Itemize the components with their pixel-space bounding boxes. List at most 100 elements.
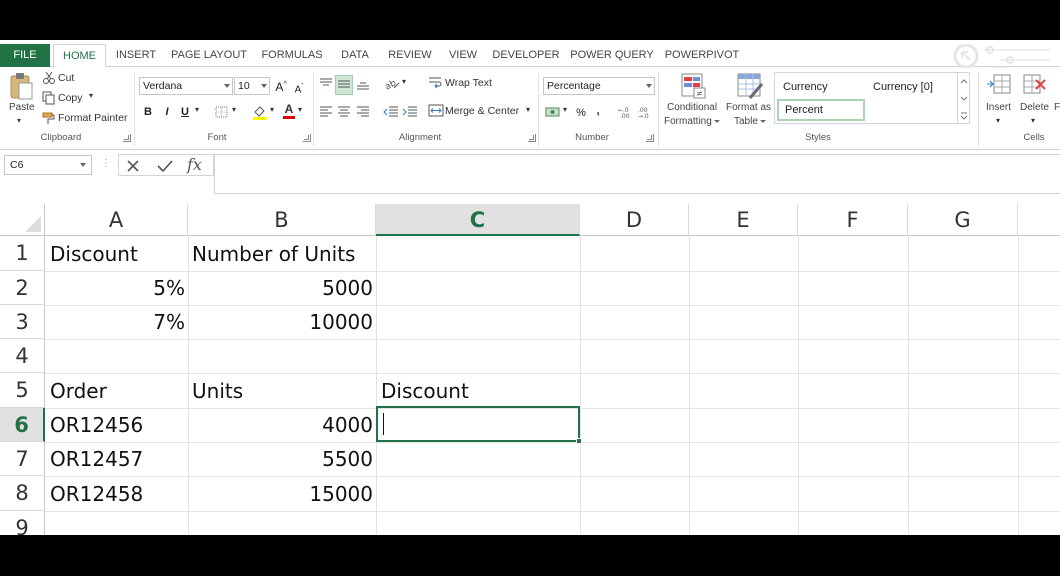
font-launcher[interactable] (303, 134, 311, 142)
tab-view[interactable]: VIEW (444, 44, 482, 67)
italic-button[interactable]: I (160, 104, 174, 120)
row-header-6[interactable]: 6 (0, 408, 45, 442)
insert-dropdown-icon[interactable]: ▾ (996, 116, 1000, 125)
conditional-formatting-label-2[interactable]: Formatting (664, 116, 720, 127)
fill-color-icon[interactable] (252, 104, 268, 120)
cell-a8[interactable]: OR12458 (50, 477, 143, 511)
font-size-combo[interactable]: 10 (234, 77, 270, 95)
clipboard-launcher[interactable] (123, 134, 131, 142)
column-header-h[interactable] (1018, 204, 1060, 236)
conditional-formatting-label-1[interactable]: Conditional (667, 102, 717, 113)
number-format-combo[interactable]: Percentage (543, 77, 655, 95)
copy-button[interactable]: Copy (58, 92, 83, 104)
row-header-9[interactable]: 9 (0, 511, 45, 535)
style-percent[interactable]: Percent (777, 99, 865, 121)
column-header-e[interactable]: E (689, 204, 798, 236)
active-cell-c6[interactable] (376, 406, 582, 444)
font-color-dropdown-icon[interactable]: ▾ (298, 105, 302, 114)
accounting-format-icon[interactable] (545, 105, 561, 119)
cell-b3[interactable]: 10000 (190, 305, 373, 339)
format-as-table-icon[interactable] (736, 72, 764, 100)
row-header-7[interactable]: 7 (0, 442, 45, 476)
cell-a3[interactable]: 7% (48, 305, 185, 339)
tab-page-layout[interactable]: PAGE LAYOUT (170, 44, 248, 67)
merge-dropdown-icon[interactable]: ▾ (526, 105, 530, 114)
tab-developer[interactable]: DEVELOPER (492, 44, 560, 67)
borders-dropdown-icon[interactable]: ▾ (232, 105, 236, 114)
delete-cells-icon[interactable] (1022, 72, 1048, 98)
styles-scroll-down[interactable] (957, 90, 969, 107)
cell-a2[interactable]: 5% (48, 271, 185, 305)
decrease-indent-icon[interactable] (383, 105, 399, 119)
cell-b6[interactable]: 4000 (190, 408, 373, 442)
underline-button[interactable]: U (178, 104, 192, 120)
insert-button[interactable]: Insert (986, 102, 1011, 113)
tab-formulas[interactable]: FORMULAS (258, 44, 326, 67)
row-header-8[interactable]: 8 (0, 476, 45, 511)
cell-b1[interactable]: Number of Units (192, 237, 355, 271)
comma-style-button[interactable]: , (593, 103, 603, 119)
underline-dropdown-icon[interactable]: ▾ (195, 105, 199, 114)
styles-scroll-up[interactable] (957, 73, 969, 90)
copy-dropdown-icon[interactable]: ▾ (89, 91, 93, 100)
format-painter-button[interactable]: Format Painter (58, 112, 127, 124)
cell-a6[interactable]: OR12456 (50, 408, 143, 442)
cell-b8[interactable]: 15000 (190, 477, 373, 511)
style-currency-0[interactable]: Currency [0] (867, 77, 955, 97)
delete-dropdown-icon[interactable]: ▾ (1031, 116, 1035, 125)
decrease-font-size-icon[interactable]: Aˇ (293, 79, 305, 98)
percent-style-button[interactable]: % (574, 105, 588, 121)
delete-button[interactable]: Delete (1020, 102, 1049, 113)
row-header-3[interactable]: 3 (0, 305, 45, 339)
decrease-decimal-icon[interactable]: .00→.0 (638, 105, 654, 119)
increase-indent-icon[interactable] (402, 105, 418, 119)
insert-cells-icon[interactable] (986, 72, 1012, 98)
formula-bar-splitter[interactable]: ⋮ (101, 158, 111, 169)
alignment-launcher[interactable] (528, 134, 536, 142)
paste-dropdown-icon[interactable]: ▾ (17, 116, 21, 125)
column-header-f[interactable]: F (798, 204, 908, 236)
cell-a7[interactable]: OR12457 (50, 442, 143, 476)
tab-powerpivot[interactable]: POWERPIVOT (664, 44, 740, 67)
font-name-combo[interactable]: Verdana (139, 77, 233, 95)
column-header-d[interactable]: D (580, 204, 689, 236)
tab-review[interactable]: REVIEW (385, 44, 435, 67)
tab-insert[interactable]: INSERT (112, 44, 160, 67)
tab-file[interactable]: FILE (0, 44, 50, 67)
row-header-5[interactable]: 5 (0, 373, 45, 408)
bold-button[interactable]: B (141, 104, 155, 120)
wrap-text-button[interactable]: Wrap Text (445, 77, 492, 89)
cell-a1[interactable]: Discount (50, 237, 138, 271)
cancel-entry-icon[interactable] (125, 158, 141, 174)
increase-decimal-icon[interactable]: ←.0.00 (618, 105, 634, 119)
column-header-a[interactable]: A (45, 204, 188, 236)
cell-c5[interactable]: Discount (381, 374, 469, 408)
cell-b5[interactable]: Units (192, 374, 243, 408)
column-header-g[interactable]: G (908, 204, 1018, 236)
enter-entry-icon[interactable] (156, 158, 174, 174)
style-currency[interactable]: Currency (777, 77, 865, 97)
format-as-table-label-1[interactable]: Format as (726, 102, 771, 113)
cell-b2[interactable]: 5000 (190, 271, 373, 305)
align-left-icon[interactable] (319, 105, 333, 119)
align-top-icon[interactable] (319, 77, 333, 91)
styles-expand[interactable] (957, 107, 969, 124)
row-header-4[interactable]: 4 (0, 339, 45, 373)
merge-center-button[interactable]: Merge & Center (445, 105, 519, 117)
orientation-icon[interactable]: ab (383, 75, 401, 91)
select-all-button[interactable] (0, 204, 45, 236)
accounting-dropdown-icon[interactable]: ▾ (563, 105, 567, 114)
fill-handle[interactable] (576, 438, 582, 444)
align-bottom-icon[interactable] (356, 77, 370, 91)
tab-home[interactable]: HOME (53, 44, 106, 68)
align-right-icon[interactable] (356, 105, 370, 119)
cell-b7[interactable]: 5500 (190, 442, 373, 476)
name-box[interactable]: C6 (4, 155, 92, 175)
borders-icon[interactable] (215, 106, 229, 118)
formula-input[interactable] (214, 154, 1060, 194)
column-header-c[interactable]: C (376, 204, 580, 236)
row-header-2[interactable]: 2 (0, 271, 45, 305)
tab-power-query[interactable]: POWER QUERY (570, 44, 654, 67)
row-header-1[interactable]: 1 (0, 236, 45, 271)
cell-a5[interactable]: Order (50, 374, 107, 408)
